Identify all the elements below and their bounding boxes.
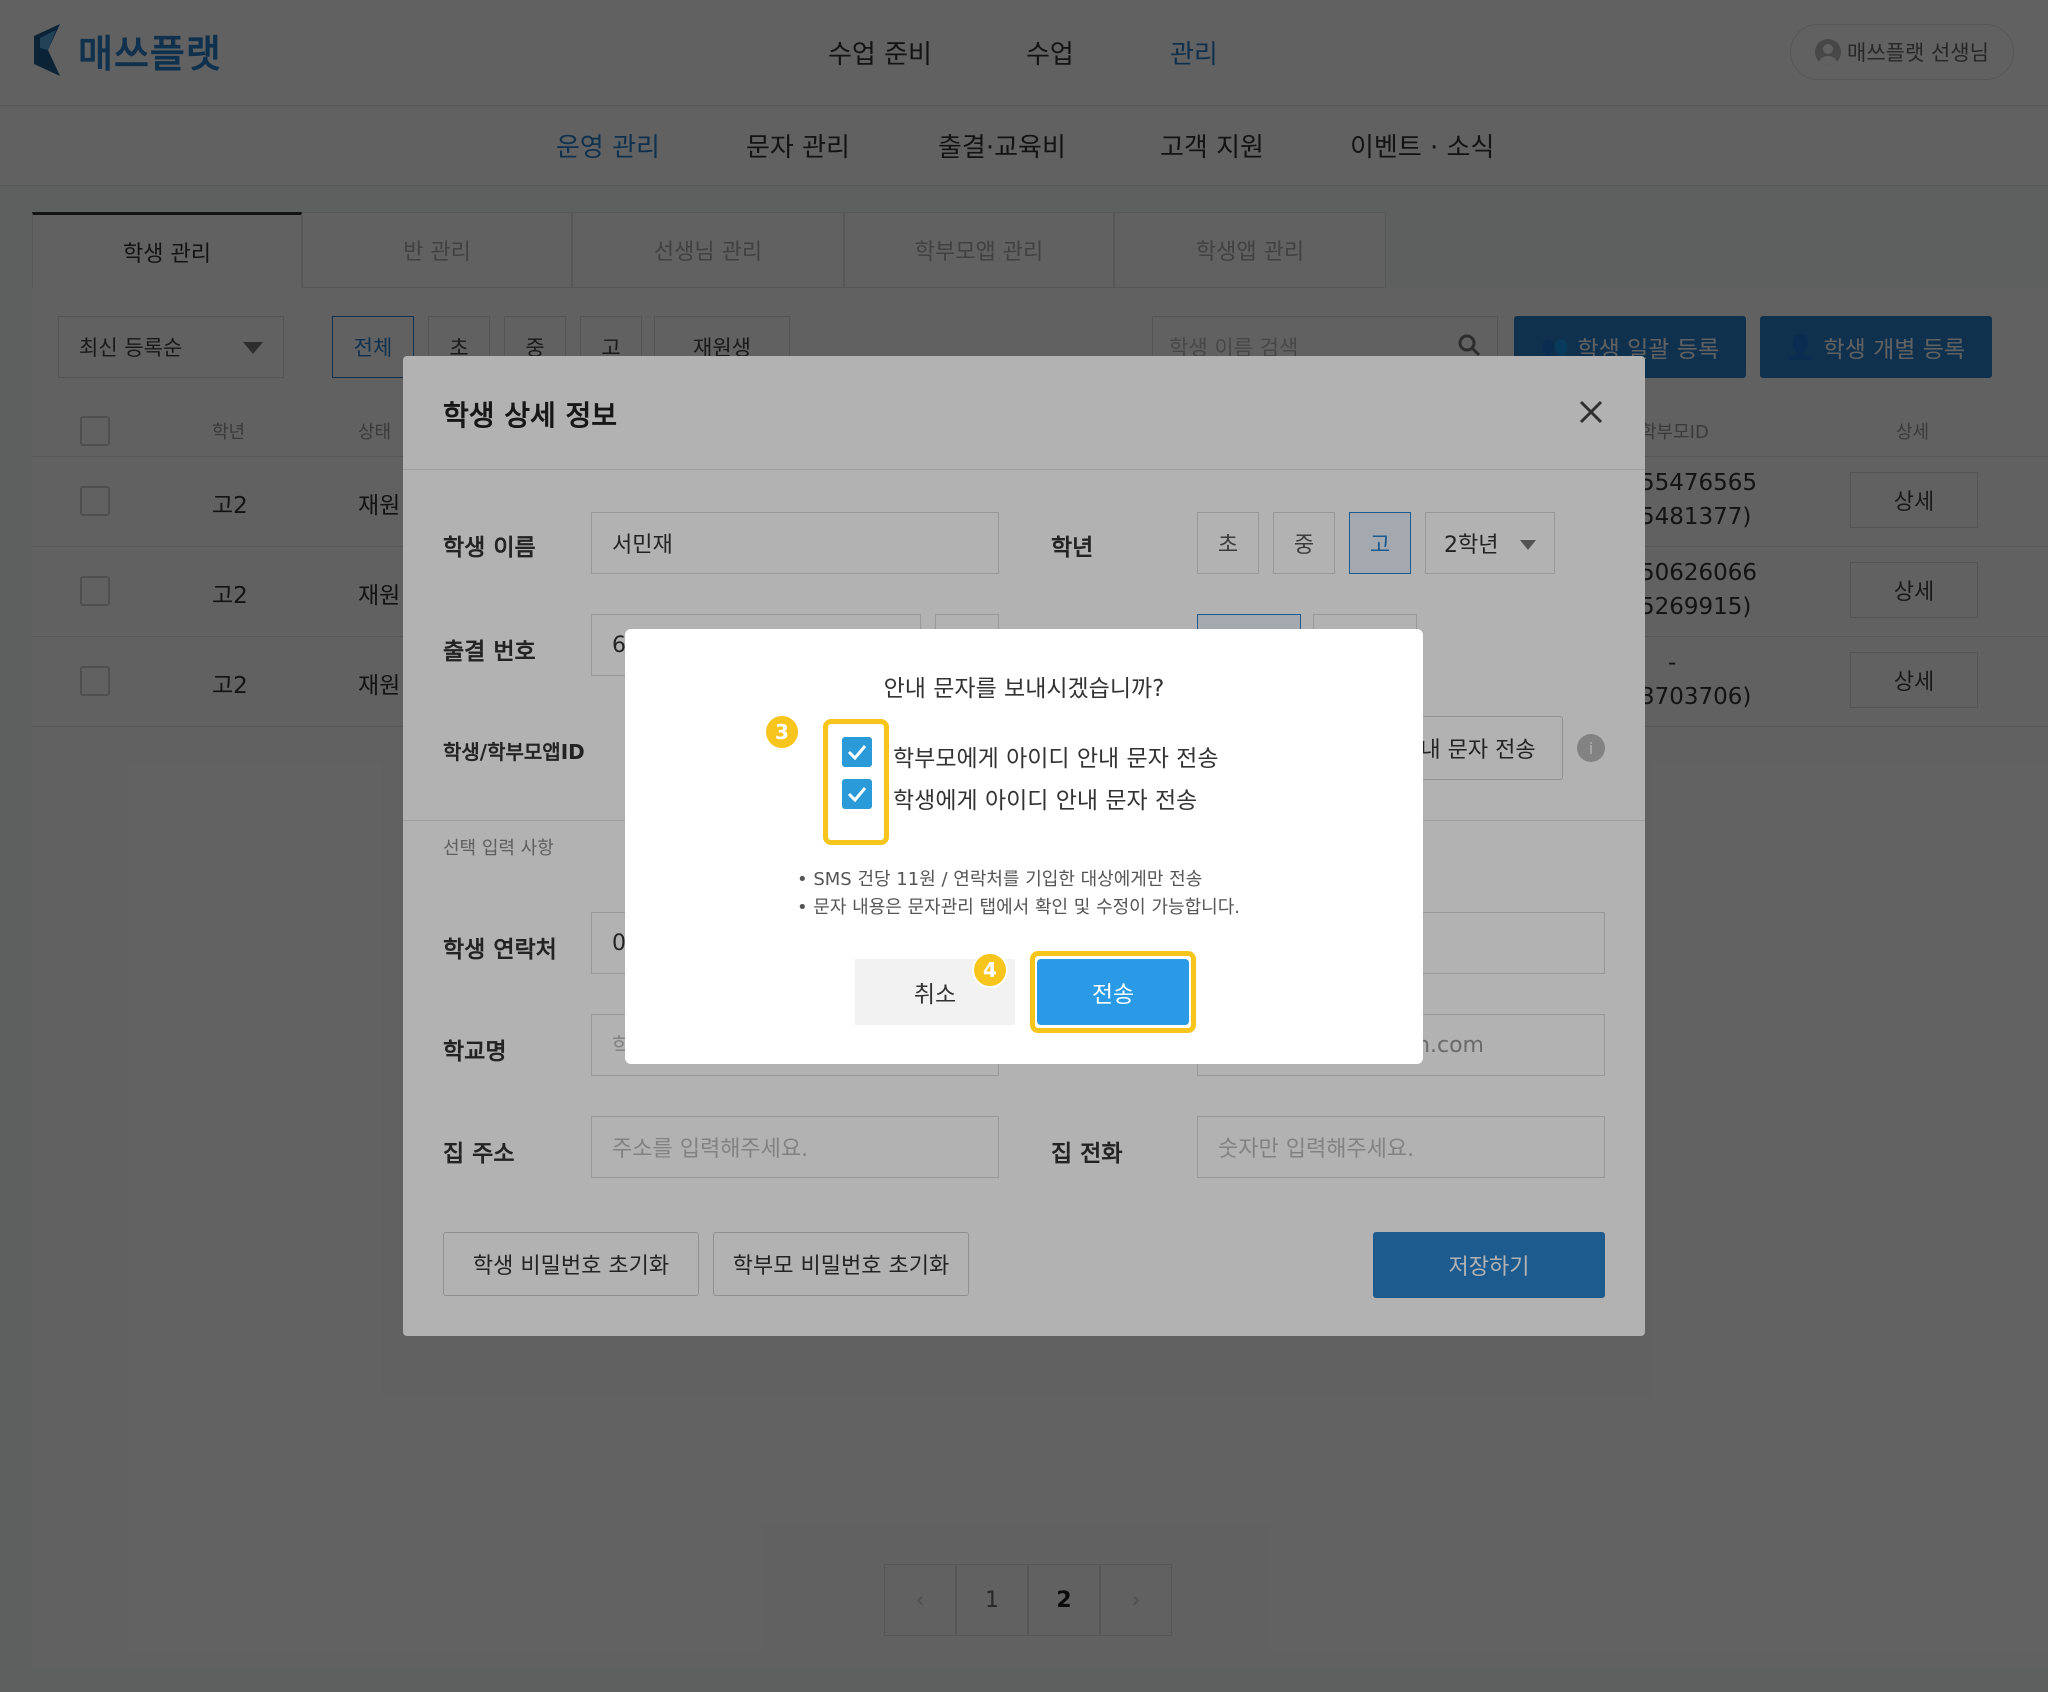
- step-badge-4: 4: [972, 952, 1008, 988]
- confirm-title: 안내 문자를 보내시겠습니까?: [883, 676, 1165, 702]
- parent-sms-label: 학부모에게 아이디 안내 문자 전송: [893, 746, 1219, 772]
- sms-confirm-dialog: 안내 문자를 보내시겠습니까? 3 학부모에게 아이디 안내 문자 전송 학생에…: [625, 629, 1423, 1064]
- note-edit: • 문자 내용은 문자관리 탭에서 확인 및 수정이 가능합니다.: [797, 897, 1240, 918]
- step-badge-3: 3: [764, 714, 800, 750]
- parent-sms-checkbox[interactable]: [842, 737, 872, 767]
- send-button[interactable]: 전송: [1037, 959, 1189, 1025]
- student-sms-checkbox[interactable]: [842, 779, 872, 809]
- note-cost: • SMS 건당 11원 / 연락처를 기입한 대상에게만 전송: [797, 869, 1203, 890]
- student-sms-label: 학생에게 아이디 안내 문자 전송: [893, 788, 1198, 814]
